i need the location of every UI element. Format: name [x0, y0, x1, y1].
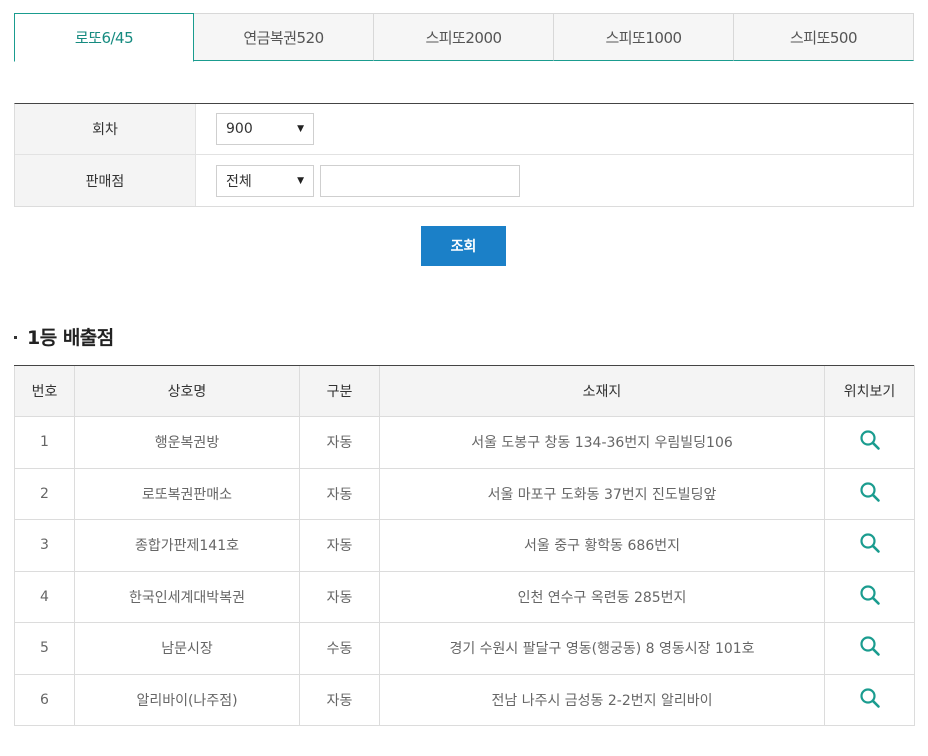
section-title-text: 1등 배출점: [27, 327, 114, 349]
cell-location: [824, 571, 915, 623]
section-title: 1등 배출점: [14, 323, 114, 350]
cell-address: 전남 나주시 금성동 2-2번지 알리바이: [379, 674, 825, 726]
tab-speetto2000[interactable]: 스피또2000: [374, 13, 554, 61]
table-row: 4 한국인세계대박복권 자동 인천 연수구 옥련동 285번지: [14, 571, 915, 623]
tab-speetto500[interactable]: 스피또500: [734, 13, 914, 61]
cell-type: 자동: [299, 468, 380, 520]
cell-name: 남문시장: [74, 622, 300, 675]
tab-speetto1000[interactable]: 스피또1000: [554, 13, 734, 61]
cell-type: 자동: [299, 571, 380, 623]
cell-name: 로또복권판매소: [74, 468, 300, 520]
search-icon[interactable]: [859, 481, 881, 507]
table-row: 2 로또복권판매소 자동 서울 마포구 도화동 37번지 진도빌딩앞: [14, 468, 915, 520]
cell-location: [824, 519, 915, 572]
cell-type: 자동: [299, 519, 380, 572]
round-row: 회차 900 ▼: [15, 104, 913, 155]
search-icon[interactable]: [859, 635, 881, 661]
table-row: 5 남문시장 수동 경기 수원시 팔달구 영동(행궁동) 8 영동시장 101호: [14, 622, 915, 675]
store-row: 판매점 전체 ▼: [15, 155, 913, 206]
cell-address: 서울 중구 황학동 686번지: [379, 519, 825, 572]
cell-address: 경기 수원시 팔달구 영동(행궁동) 8 영동시장 101호: [379, 622, 825, 675]
cell-location: [824, 468, 915, 520]
caret-down-icon: ▼: [297, 175, 304, 186]
cell-no: 6: [14, 674, 75, 726]
cell-location: [824, 674, 915, 726]
search-icon[interactable]: [859, 584, 881, 610]
store-label: 판매점: [15, 155, 196, 206]
search-icon[interactable]: [859, 429, 881, 455]
store-name-input[interactable]: [320, 164, 520, 197]
cell-name: 종합가판제141호: [74, 519, 300, 572]
cell-name: 한국인세계대박복권: [74, 571, 300, 623]
store-region-select[interactable]: 전체 ▼: [216, 164, 314, 197]
table-row: 6 알리바이(나주점) 자동 전남 나주시 금성동 2-2번지 알리바이: [14, 674, 915, 726]
cell-name: 행운복권방: [74, 416, 300, 469]
tab-lotto645[interactable]: 로또6/45: [14, 13, 194, 62]
caret-down-icon: ▼: [297, 124, 304, 134]
header-name: 상호명: [74, 365, 300, 417]
cell-no: 4: [14, 571, 75, 623]
search-icon[interactable]: [859, 532, 881, 558]
cell-type: 자동: [299, 416, 380, 469]
table-row: 3 종합가판제141호 자동 서울 중구 황학동 686번지: [14, 519, 915, 572]
search-button[interactable]: 조회: [421, 226, 506, 266]
search-form: 회차 900 ▼ 판매점 전체 ▼: [14, 103, 914, 207]
cell-location: [824, 622, 915, 675]
cell-type: 자동: [299, 674, 380, 726]
round-label: 회차: [15, 104, 196, 154]
cell-no: 5: [14, 622, 75, 675]
cell-address: 서울 마포구 도화동 37번지 진도빌딩앞: [379, 468, 825, 520]
header-address: 소재지: [379, 365, 825, 417]
cell-location: [824, 416, 915, 469]
lottery-tabs: 로또6/45 연금복권520 스피또2000 스피또1000 스피또500: [14, 13, 914, 63]
table-row: 1 행운복권방 자동 서울 도봉구 창동 134-36번지 우림빌딩106: [14, 416, 915, 469]
tab-pension520[interactable]: 연금복권520: [194, 13, 374, 61]
winning-stores-table: 번호 상호명 구분 소재지 위치보기 1 행운복권방 자동 서울 도봉구 창동 134…: [14, 365, 915, 726]
cell-address: 서울 도봉구 창동 134-36번지 우림빌딩106: [379, 416, 825, 469]
round-select-value: 900: [226, 121, 253, 137]
bullet-dot: [14, 336, 17, 339]
store-region-value: 전체: [226, 173, 252, 190]
round-select[interactable]: 900 ▼: [216, 113, 314, 145]
header-location: 위치보기: [824, 365, 915, 417]
cell-type: 수동: [299, 622, 380, 675]
header-type: 구분: [299, 365, 380, 417]
cell-address: 인천 연수구 옥련동 285번지: [379, 571, 825, 623]
cell-no: 3: [14, 519, 75, 572]
cell-name: 알리바이(나주점): [74, 674, 300, 726]
search-icon[interactable]: [859, 687, 881, 713]
header-no: 번호: [14, 365, 75, 417]
table-header-row: 번호 상호명 구분 소재지 위치보기: [14, 365, 915, 417]
cell-no: 1: [14, 416, 75, 469]
cell-no: 2: [14, 468, 75, 520]
